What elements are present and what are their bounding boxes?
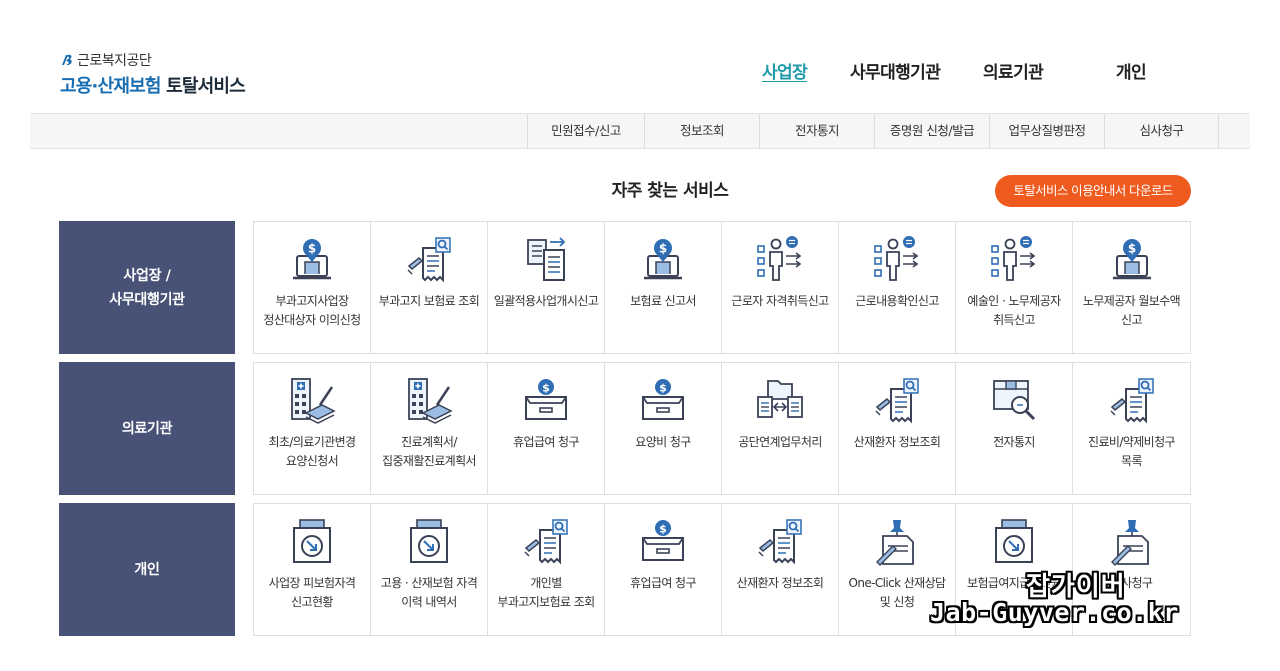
- service-item[interactable]: 예술인 · 노무제공자 취득신고: [956, 222, 1073, 353]
- service-item[interactable]: 보험료 신고서: [605, 222, 722, 353]
- row-label-line: 사무대행기관: [109, 291, 185, 308]
- service-item-label: 개인별 부과고지보험료 조회: [497, 576, 595, 609]
- row-label-line: 개인: [134, 561, 160, 578]
- service-item[interactable]: 부과고지 보험료 조회: [371, 222, 488, 353]
- service-item[interactable]: 휴업급여 청구: [488, 363, 605, 494]
- service-item[interactable]: 개인별 부과고지보험료 조회: [488, 504, 605, 635]
- hospital-document-icon: [403, 375, 455, 427]
- service-grid: 사업장 피보험자격 신고현황 고용 · 산재보험 자격 이력 내역서 개인별 부…: [253, 503, 1191, 636]
- service-item[interactable]: 전자통지: [956, 363, 1073, 494]
- top-nav: 사업장 사무대행기관 의료기관 개인: [0, 58, 1280, 84]
- download-tray-icon: [988, 516, 1040, 568]
- section-title: 자주 찾는 서비스: [611, 181, 729, 201]
- menu-divider: [1218, 114, 1219, 148]
- nav-agency[interactable]: 사무대행기관: [850, 58, 941, 83]
- service-item-label: 진료비/약제비청구 목록: [1088, 435, 1176, 468]
- service-item-label: 예술인 · 노무제공자 취득신고: [967, 294, 1061, 327]
- service-item-label: 보험급여지급확인원: [967, 576, 1062, 590]
- service-item[interactable]: 심사청구: [1073, 504, 1190, 635]
- money-box-icon: [637, 375, 689, 427]
- receipt-search-icon: [403, 234, 455, 286]
- receipt-search-icon: [1106, 375, 1158, 427]
- service-item[interactable]: 진료계획서/집중재활진료계획서: [371, 363, 488, 494]
- row-label-workplace: 사업장 / 사무대행기관: [59, 221, 235, 354]
- service-item-label: 진료계획서/집중재활진료계획서: [382, 435, 477, 468]
- document-transfer-icon: [520, 234, 572, 286]
- service-grid: 부과고지사업장 정산대상자 이의신청 부과고지 보험료 조회 일괄적용사업개시신…: [253, 221, 1191, 354]
- pin-document-icon: [1106, 516, 1158, 568]
- money-laptop-icon: [286, 234, 338, 286]
- sub-menu-bar: 민원접수/신고 정보조회 전자통지 증명원 신청/발급 업무상질병판정 심사청구: [30, 113, 1250, 149]
- nav-medical[interactable]: 의료기관: [983, 58, 1044, 83]
- row-label-line: 사업장 /: [123, 267, 171, 284]
- worker-checklist-icon: [871, 234, 923, 286]
- receipt-search-icon: [871, 375, 923, 427]
- receipt-search-icon: [754, 516, 806, 568]
- nav-personal[interactable]: 개인: [1116, 58, 1147, 83]
- service-item-label: 보험료 신고서: [630, 294, 696, 308]
- guide-download-button[interactable]: 토탈서비스 이용안내서 다운로드: [995, 175, 1191, 207]
- service-item[interactable]: 보험급여지급확인원: [956, 504, 1073, 635]
- service-item-label: 휴업급여 청구: [513, 435, 579, 449]
- service-item-label: 노무제공자 월보수액 신고: [1082, 294, 1181, 327]
- menu-review-request[interactable]: 심사청구: [1104, 114, 1218, 148]
- pin-document-icon: [871, 516, 923, 568]
- service-item-label: 사업장 피보험자격 신고현황: [268, 576, 356, 609]
- row-label-personal: 개인: [59, 503, 235, 636]
- service-item-label: 공단연계업무처리: [738, 435, 822, 449]
- service-item[interactable]: 노무제공자 월보수액 신고: [1073, 222, 1190, 353]
- service-item[interactable]: 산재환자 정보조회: [722, 504, 839, 635]
- service-item[interactable]: 진료비/약제비청구 목록: [1073, 363, 1190, 494]
- service-item[interactable]: 근로내용확인신고: [839, 222, 956, 353]
- service-item-label: 요양비 청구: [635, 435, 691, 449]
- service-item-label: One-Click 산재상담 및 신청: [848, 576, 947, 609]
- money-laptop-icon: [637, 234, 689, 286]
- service-item-label: 전자통지: [993, 435, 1035, 449]
- menu-info-inquiry[interactable]: 정보조회: [644, 114, 759, 148]
- service-item-label: 심사청구: [1110, 576, 1153, 590]
- service-item[interactable]: 고용 · 산재보험 자격 이력 내역서: [371, 504, 488, 635]
- receipt-search-icon: [520, 516, 572, 568]
- hospital-document-icon: [286, 375, 338, 427]
- row-label-line: 의료기관: [121, 420, 173, 437]
- service-item[interactable]: 산재환자 정보조회: [839, 363, 956, 494]
- service-item[interactable]: 최초/의료기관변경 요양신청서: [254, 363, 371, 494]
- box-search-icon: [988, 375, 1040, 427]
- nav-workplace[interactable]: 사업장: [762, 58, 808, 83]
- service-item-label: 근로자 자격취득신고: [731, 294, 829, 308]
- service-item-label: 일괄적용사업개시신고: [493, 294, 599, 308]
- service-grid: 최초/의료기관변경 요양신청서 진료계획서/집중재활진료계획서 휴업급여 청구 …: [253, 362, 1191, 495]
- service-item[interactable]: 휴업급여 청구: [605, 504, 722, 635]
- service-item-label: 고용 · 산재보험 자격 이력 내역서: [380, 576, 478, 609]
- menu-occupational-disease[interactable]: 업무상질병판정: [989, 114, 1104, 148]
- service-item-label: 부과고지사업장 정산대상자 이의신청: [263, 294, 361, 327]
- worker-checklist-icon: [988, 234, 1040, 286]
- menu-certificate[interactable]: 증명원 신청/발급: [874, 114, 989, 148]
- service-item-label: 산재환자 정보조회: [853, 435, 941, 449]
- service-item-label: 산재환자 정보조회: [736, 576, 824, 590]
- service-item[interactable]: 사업장 피보험자격 신고현황: [254, 504, 371, 635]
- money-laptop-icon: [1106, 234, 1158, 286]
- service-item[interactable]: 근로자 자격취득신고: [722, 222, 839, 353]
- service-item[interactable]: 부과고지사업장 정산대상자 이의신청: [254, 222, 371, 353]
- service-item[interactable]: 공단연계업무처리: [722, 363, 839, 494]
- folder-exchange-icon: [754, 375, 806, 427]
- download-tray-icon: [403, 516, 455, 568]
- service-item-label: 휴업급여 청구: [630, 576, 696, 590]
- menu-civil-complaint[interactable]: 민원접수/신고: [527, 114, 644, 148]
- menu-e-notice[interactable]: 전자통지: [759, 114, 874, 148]
- worker-checklist-icon: [754, 234, 806, 286]
- download-tray-icon: [286, 516, 338, 568]
- service-item[interactable]: 요양비 청구: [605, 363, 722, 494]
- service-item-label: 근로내용확인신고: [855, 294, 939, 308]
- service-item-label: 부과고지 보험료 조회: [378, 294, 480, 308]
- money-box-icon: [520, 375, 572, 427]
- service-item[interactable]: 일괄적용사업개시신고: [488, 222, 605, 353]
- money-box-icon: [637, 516, 689, 568]
- service-item-label: 최초/의료기관변경 요양신청서: [268, 435, 357, 468]
- row-label-medical: 의료기관: [59, 362, 235, 495]
- service-item[interactable]: One-Click 산재상담 및 신청: [839, 504, 956, 635]
